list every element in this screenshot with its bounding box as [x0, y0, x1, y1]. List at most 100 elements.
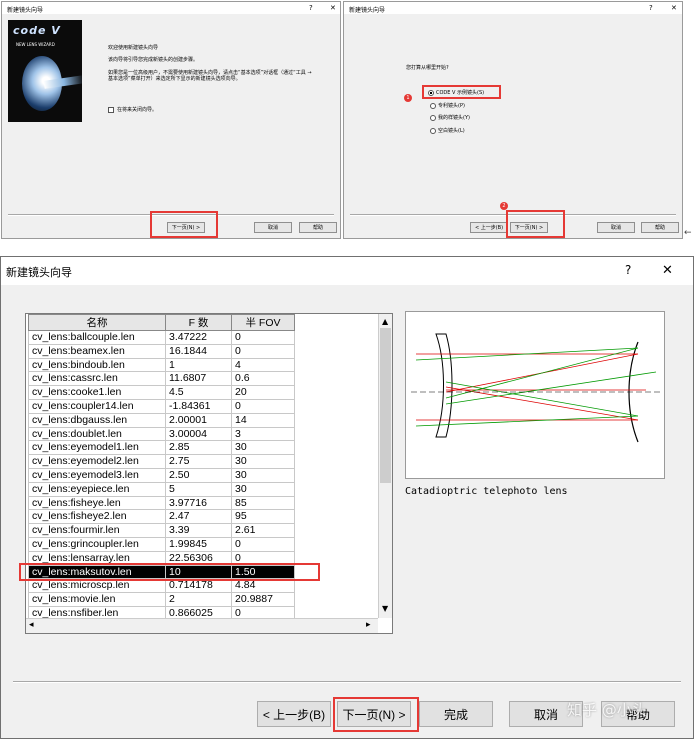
- disable-wizard-checkbox[interactable]: 在将来关闭向导。: [108, 106, 157, 113]
- fnum-cell: 11.6807: [165, 371, 232, 387]
- step-marker-1: 1: [404, 94, 412, 102]
- watermark: 知乎 @小头: [567, 701, 647, 719]
- finish-button[interactable]: 完成: [419, 701, 493, 727]
- option-label: 我的样镜头(Y): [438, 115, 470, 121]
- fov-cell: 20.9887: [231, 592, 295, 607]
- close-icon[interactable]: ✕: [330, 4, 336, 12]
- fov-cell: 30: [231, 454, 295, 469]
- fov-cell: 0: [231, 536, 295, 552]
- table-row[interactable]: cv_lens:doublet.len 3.00004 3: [28, 426, 295, 442]
- radio-icon[interactable]: [430, 114, 436, 121]
- window-title: 新建镜头向导: [7, 7, 44, 14]
- help-button[interactable]: 帮助: [641, 222, 679, 233]
- name-cell: cv_lens:eyemodel2.len: [28, 454, 166, 469]
- fnum-cell: 3.47222: [165, 330, 232, 345]
- table-row[interactable]: cv_lens:eyemodel3.len 2.50 30: [28, 467, 295, 483]
- option-label: 空白镜头(L): [438, 128, 465, 134]
- help-button[interactable]: 帮助: [299, 222, 337, 233]
- table-row[interactable]: cv_lens:bindoub.len 1 4: [28, 357, 295, 373]
- title-bar: 新建镜头向导 ? ✕: [1, 257, 693, 285]
- table-row[interactable]: cv_lens:eyemodel2.len 2.75 30: [28, 454, 295, 469]
- arrow-left-icon: ←: [684, 228, 692, 238]
- fnum-cell: 16.1844: [165, 343, 232, 359]
- scroll-thumb[interactable]: [380, 328, 391, 483]
- fov-cell: 95: [231, 509, 295, 525]
- fnum-cell: 3.97716: [165, 495, 232, 511]
- fnum-cell: 3.39: [165, 523, 232, 538]
- table-row[interactable]: cv_lens:ballcouple.len 3.47222 0: [28, 330, 295, 345]
- col-fov-header[interactable]: 半 FOV: [231, 314, 295, 331]
- lens-list[interactable]: 名称 F 数 半 FOV cv_lens:ballcouple.len 3.472…: [25, 313, 393, 634]
- help-icon[interactable]: ?: [625, 263, 631, 277]
- fov-cell: 0: [231, 330, 295, 345]
- window-title: 新建镜头向导: [6, 266, 72, 279]
- table-row[interactable]: cv_lens:eyemodel1.len 2.85 30: [28, 440, 295, 456]
- wizard-welcome-window: 新建镜头向导 ? ✕ code V NEW LENS WIZARD 欢迎使用新建…: [1, 1, 341, 239]
- table-row[interactable]: cv_lens:coupler14.len -1.84361 0: [28, 398, 295, 414]
- fov-cell: 20: [231, 385, 295, 400]
- fov-cell: 4: [231, 357, 295, 373]
- title-bar: 新建镜头向导 ? ✕: [344, 2, 682, 14]
- col-name-header[interactable]: 名称: [28, 314, 166, 331]
- table-row[interactable]: cv_lens:fourmir.len 3.39 2.61: [28, 523, 295, 538]
- scroll-down-icon[interactable]: ▼: [382, 604, 388, 613]
- option-patent-lens[interactable]: 专利镜头(P): [430, 102, 465, 109]
- option-label: 专利镜头(P): [438, 103, 465, 109]
- fov-cell: 2.61: [231, 523, 295, 538]
- table-row[interactable]: cv_lens:eyepiece.len 5 30: [28, 481, 295, 497]
- fnum-cell: 1: [165, 357, 232, 373]
- highlight-selected-row: [19, 563, 320, 581]
- scroll-up-icon[interactable]: ▲: [382, 317, 388, 326]
- fnum-cell: 2.75: [165, 454, 232, 469]
- back-button[interactable]: < 上一步(B): [257, 701, 331, 727]
- step-marker-2: 2: [500, 202, 508, 210]
- back-button[interactable]: < 上一步(B): [470, 222, 508, 233]
- horizontal-scrollbar[interactable]: ◂ ▸: [26, 618, 378, 633]
- table-row[interactable]: cv_lens:fisheye.len 3.97716 85: [28, 495, 295, 511]
- fov-cell: 0.6: [231, 371, 295, 387]
- table-row[interactable]: cv_lens:movie.len 2 20.9887: [28, 592, 295, 607]
- name-cell: cv_lens:movie.len: [28, 592, 166, 607]
- fov-cell: 0: [231, 343, 295, 359]
- cancel-button[interactable]: 取消: [597, 222, 635, 233]
- logo-subtitle: NEW LENS WIZARD: [16, 42, 55, 47]
- help-icon[interactable]: ?: [649, 4, 653, 12]
- fnum-cell: 3.00004: [165, 426, 232, 442]
- help-icon[interactable]: ?: [309, 4, 313, 12]
- radio-icon[interactable]: [430, 102, 436, 109]
- highlight-next: [506, 210, 565, 238]
- cancel-button[interactable]: 取消: [254, 222, 292, 233]
- name-cell: cv_lens:bindoub.len: [28, 357, 166, 373]
- table-row[interactable]: cv_lens:cooke1.len 4.5 20: [28, 385, 295, 400]
- close-icon[interactable]: ✕: [662, 263, 673, 278]
- fnum-cell: 5: [165, 481, 232, 497]
- preview-caption: Catadioptric telephoto lens: [405, 486, 568, 497]
- name-cell: cv_lens:doublet.len: [28, 426, 166, 442]
- name-cell: cv_lens:beamex.len: [28, 343, 166, 359]
- vertical-scrollbar[interactable]: ▲ ▼: [378, 314, 392, 618]
- table-row[interactable]: cv_lens:dbgauss.len 2.00001 14: [28, 412, 295, 428]
- fnum-cell: 2.50: [165, 467, 232, 483]
- name-cell: cv_lens:grincoupler.len: [28, 536, 166, 552]
- table-row[interactable]: cv_lens:fisheye2.len 2.47 95: [28, 509, 295, 525]
- option-blank-lens[interactable]: 空白镜头(L): [430, 127, 465, 134]
- radio-icon[interactable]: [430, 127, 436, 134]
- scroll-left-icon[interactable]: ◂: [29, 620, 34, 630]
- close-icon[interactable]: ✕: [671, 4, 677, 12]
- scroll-right-icon[interactable]: ▸: [366, 620, 371, 630]
- fnum-cell: 2: [165, 592, 232, 607]
- lens-layout-drawing: [411, 333, 661, 443]
- welcome-heading: 欢迎使用新建镜头向导: [108, 45, 159, 51]
- start-question: 您打算从哪里开始?: [406, 65, 449, 71]
- lens-preview: [405, 311, 665, 479]
- fov-cell: 30: [231, 481, 295, 497]
- logo-brand: code V: [13, 24, 61, 37]
- option-my-lens[interactable]: 我的样镜头(Y): [430, 114, 470, 121]
- table-row[interactable]: cv_lens:grincoupler.len 1.99845 0: [28, 536, 295, 552]
- checkbox-box[interactable]: [108, 106, 114, 113]
- fov-cell: 85: [231, 495, 295, 511]
- name-cell: cv_lens:cooke1.len: [28, 385, 166, 400]
- table-row[interactable]: cv_lens:beamex.len 16.1844 0: [28, 343, 295, 359]
- table-row[interactable]: cv_lens:cassrc.len 11.6807 0.6: [28, 371, 295, 387]
- col-fnum-header[interactable]: F 数: [165, 314, 232, 331]
